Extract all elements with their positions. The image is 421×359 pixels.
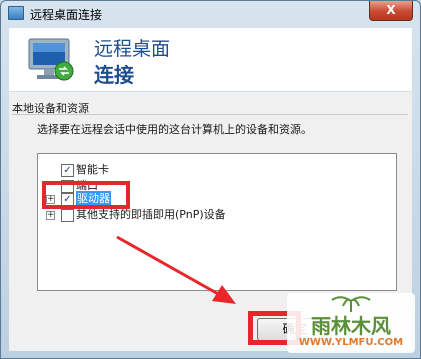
watermark-text: 雨林木风	[311, 314, 391, 338]
watermark-url: WWW.YLMFU.COM	[298, 337, 404, 348]
watermark-logo: 雨林木风 WWW.YLMFU.COM	[287, 293, 415, 353]
